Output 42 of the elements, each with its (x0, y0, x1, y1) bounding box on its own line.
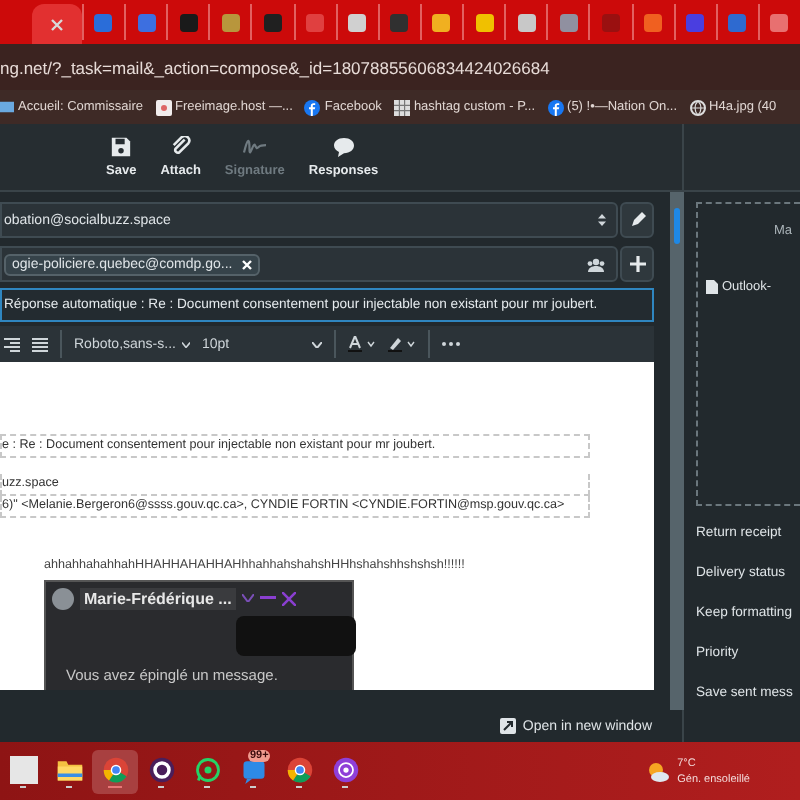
folder-icon (0, 100, 14, 114)
justify-icon[interactable] (32, 337, 48, 351)
image-icon (155, 99, 171, 115)
chrome-icon (101, 755, 129, 784)
message-bubble-drawing (236, 616, 356, 656)
browser-tab[interactable] (32, 4, 82, 44)
ring-icon (147, 755, 175, 784)
chevron-down-icon (312, 341, 322, 347)
close-icon (281, 591, 296, 605)
external-window-icon (500, 718, 517, 734)
chat-icon (239, 755, 267, 784)
avatar-placeholder (52, 587, 74, 609)
remove-icon[interactable] (242, 259, 253, 269)
speech-bubble-icon (331, 136, 356, 158)
message-editor[interactable] (0, 362, 654, 690)
signature-icon (241, 136, 268, 158)
plus-icon (629, 256, 645, 272)
align-right-icon[interactable] (4, 337, 20, 351)
save-icon (110, 136, 133, 158)
globe-icon (689, 99, 706, 115)
highlight-icon[interactable] (388, 336, 416, 352)
chevron-down-icon (241, 594, 254, 602)
contacts-icon[interactable] (586, 257, 606, 271)
weather-icon (645, 762, 670, 782)
contact-name: Marie-Frédérique ... (80, 587, 236, 609)
pencil-icon (629, 212, 645, 228)
window-icon (9, 755, 37, 784)
add-button[interactable] (620, 246, 654, 282)
grid-icon (393, 99, 410, 115)
chevron-down-icon (181, 341, 190, 347)
facebook-icon (304, 99, 321, 115)
facebook-icon (547, 99, 564, 115)
minimize-icon (259, 596, 276, 600)
folder-icon (55, 755, 83, 784)
text-color-icon[interactable] (348, 336, 376, 352)
scrollbar[interactable] (670, 192, 684, 710)
edit-button[interactable] (620, 202, 654, 238)
chrome-icon (285, 755, 313, 784)
document-icon (706, 280, 718, 294)
dropdown-icon (598, 214, 606, 226)
close-icon[interactable] (49, 17, 64, 31)
paperclip-icon (169, 136, 192, 158)
